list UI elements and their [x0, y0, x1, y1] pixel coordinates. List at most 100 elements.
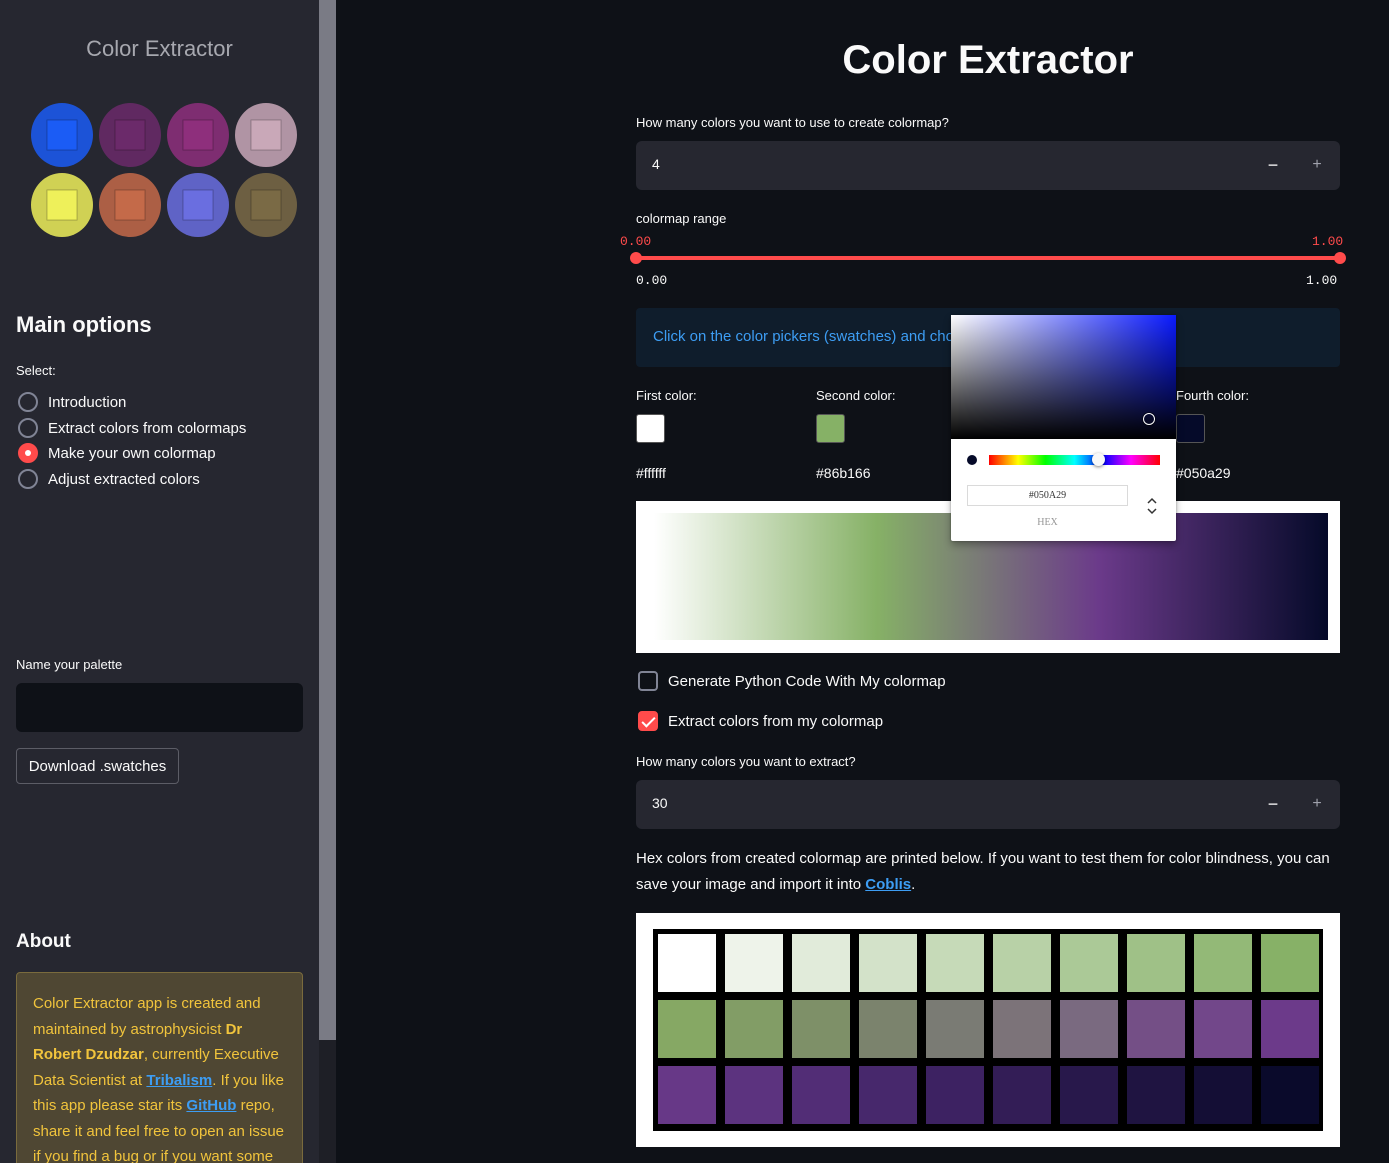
about-box: Color Extractor app is created and maint… [16, 972, 303, 1163]
color-cell [1261, 934, 1319, 992]
coblis-link[interactable]: Coblis [865, 876, 911, 893]
logo-blob-core [114, 189, 146, 221]
second-color-swatch[interactable] [816, 414, 845, 443]
radio-circle[interactable] [18, 418, 38, 438]
fourth-color-label: Fourth color: [1176, 388, 1249, 403]
color-cell [926, 1000, 984, 1058]
app-logo [31, 103, 297, 237]
first-color-hex: #ffffff [636, 465, 666, 481]
sidebar-title: Color Extractor [86, 36, 233, 61]
radio-label: Make your own colormap [48, 444, 216, 462]
palette-name-label: Name your palette [16, 657, 123, 672]
color-cell [859, 1000, 917, 1058]
color-cell [1261, 1066, 1319, 1124]
github-link[interactable]: GitHub [186, 1097, 236, 1114]
main-options-heading: Main options [16, 312, 152, 337]
checkbox-box[interactable] [638, 671, 658, 691]
color-cell [859, 934, 917, 992]
radio-make-colormap[interactable]: Make your own colormap [18, 442, 216, 464]
range-max-label: 1.00 [1306, 273, 1338, 288]
logo-blob-core [182, 119, 214, 151]
page-title: Color Extractor [842, 38, 1134, 82]
range-low-value: 0.00 [620, 234, 652, 249]
color-cell [993, 1000, 1051, 1058]
decrement-button[interactable]: − [1258, 789, 1288, 819]
hex-input[interactable]: #050A29 [967, 485, 1128, 506]
color-cell [1194, 934, 1252, 992]
color-cell [859, 1066, 917, 1124]
logo-blob-core [250, 119, 282, 151]
format-toggle-icon[interactable] [1144, 495, 1160, 517]
extract-colors-checkbox[interactable]: Extract colors from my colormap [638, 710, 883, 732]
logo-blob-core [114, 119, 146, 151]
select-label: Select: [16, 363, 56, 378]
color-cell [658, 1066, 716, 1124]
num-colors-input[interactable]: 4 − + [636, 141, 1340, 190]
increment-button[interactable]: + [1302, 789, 1332, 819]
about-heading: About [16, 931, 71, 952]
sidebar-scrollbar-thumb[interactable] [319, 0, 336, 1040]
hue-slider-thumb[interactable] [1092, 453, 1105, 466]
checkbox-box-checked[interactable] [638, 711, 658, 731]
download-swatches-button[interactable]: Download .swatches [16, 748, 179, 784]
color-preview-dot [967, 455, 977, 465]
python-code-checkbox[interactable]: Generate Python Code With My colormap [638, 670, 946, 692]
logo-blob-core [182, 189, 214, 221]
info-text: Click on the color pickers (swatches) an… [653, 328, 979, 345]
decrement-button[interactable]: − [1258, 150, 1288, 180]
color-cell [792, 934, 850, 992]
tribalism-link[interactable]: Tribalism [146, 1072, 212, 1089]
radio-circle-selected[interactable] [18, 443, 38, 463]
second-color-hex: #86b166 [816, 465, 871, 481]
color-cell [792, 1000, 850, 1058]
color-cell [1194, 1066, 1252, 1124]
fourth-color-swatch[interactable] [1176, 414, 1205, 443]
first-color-swatch[interactable] [636, 414, 665, 443]
logo-blob-core [46, 119, 78, 151]
extract-count-label: How many colors you want to extract? [636, 754, 856, 769]
color-cell [993, 1066, 1051, 1124]
color-cell [1261, 1000, 1319, 1058]
radio-label: Adjust extracted colors [48, 470, 200, 488]
range-label: colormap range [636, 211, 727, 226]
radio-adjust-colors[interactable]: Adjust extracted colors [18, 468, 200, 490]
palette-name-input[interactable] [16, 683, 303, 732]
radio-circle[interactable] [18, 469, 38, 489]
sidebar: Color Extractor Main options Select: Int… [0, 0, 319, 1163]
second-color-label: Second color: [816, 388, 896, 403]
radio-introduction[interactable]: Introduction [18, 391, 126, 413]
extracted-colors-image [636, 913, 1340, 1147]
format-label: HEX [1037, 517, 1058, 528]
color-cell [1060, 1000, 1118, 1058]
para-text: Hex colors from created colormap are pri… [636, 850, 1330, 893]
range-slider-track[interactable] [636, 256, 1340, 260]
saturation-cursor[interactable] [1143, 413, 1155, 425]
color-cell [993, 934, 1051, 992]
color-cell [725, 934, 783, 992]
color-cell [1060, 1066, 1118, 1124]
radio-extract-colors[interactable]: Extract colors from colormaps [18, 417, 246, 439]
color-cell [1060, 934, 1118, 992]
num-colors-value: 4 [652, 156, 660, 172]
color-cell [1127, 1066, 1185, 1124]
first-color-label: First color: [636, 388, 697, 403]
radio-label: Extract colors from colormaps [48, 419, 247, 437]
range-min-label: 0.00 [636, 273, 668, 288]
para-end: . [911, 876, 916, 893]
color-cell [926, 1066, 984, 1124]
range-slider-high-thumb[interactable] [1334, 252, 1346, 264]
color-cell [725, 1066, 783, 1124]
checkbox-label: Extract colors from my colormap [668, 712, 884, 730]
radio-circle[interactable] [18, 392, 38, 412]
increment-button[interactable]: + [1302, 150, 1332, 180]
hue-slider[interactable] [989, 455, 1160, 465]
radio-label: Introduction [48, 393, 127, 411]
color-cell [1127, 1000, 1185, 1058]
extract-count-input[interactable]: 30 − + [636, 780, 1340, 829]
color-picker-popup[interactable]: #050A29 HEX [951, 315, 1176, 541]
range-slider-low-thumb[interactable] [630, 252, 642, 264]
fourth-color-hex: #050a29 [1176, 465, 1231, 481]
color-cell [1127, 934, 1185, 992]
checkbox-label: Generate Python Code With My colormap [668, 672, 946, 690]
extract-count-value: 30 [652, 795, 668, 811]
